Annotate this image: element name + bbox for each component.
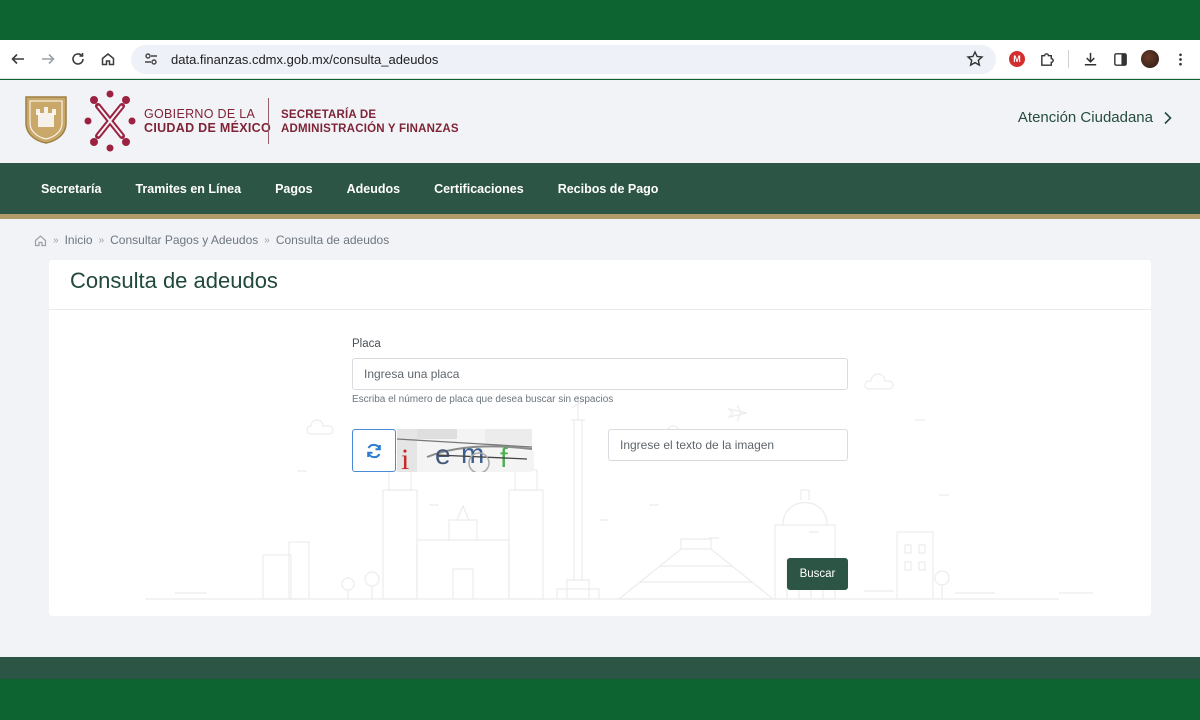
sec-line-1: SECRETARÍA DE bbox=[281, 109, 377, 121]
nav-item-pagos[interactable]: Pagos bbox=[258, 182, 330, 196]
chevron-right-icon bbox=[1164, 111, 1172, 124]
captcha-char-4: f bbox=[500, 442, 508, 472]
nav-item-secretaria[interactable]: Secretaría bbox=[24, 182, 118, 196]
placa-label: Placa bbox=[352, 338, 381, 350]
toolbar-divider bbox=[1068, 50, 1069, 68]
profile-avatar[interactable] bbox=[1135, 44, 1165, 74]
breadcrumb-separator: » bbox=[98, 234, 105, 246]
browser-toolbar: data.finanzas.cdmx.gob.mx/consulta_adeud… bbox=[0, 40, 1200, 79]
captcha-char-1: i bbox=[401, 443, 409, 472]
forward-icon[interactable] bbox=[33, 44, 63, 74]
nav-item-recibos[interactable]: Recibos de Pago bbox=[541, 182, 676, 196]
atencion-ciudadana-link[interactable]: Atención Ciudadana bbox=[1018, 109, 1173, 126]
captcha-image: i e m f bbox=[397, 429, 532, 472]
coat-of-arms-logo[interactable] bbox=[24, 95, 68, 145]
url-text[interactable]: data.finanzas.cdmx.gob.mx/consulta_adeud… bbox=[171, 52, 966, 67]
refresh-captcha-button[interactable] bbox=[352, 429, 396, 472]
sec-line-2: ADMINISTRACIÓN Y FINANZAS bbox=[281, 123, 459, 135]
reload-icon[interactable] bbox=[63, 44, 93, 74]
placa-help-text: Escriba el número de placa que desea bus… bbox=[352, 394, 614, 405]
placa-input[interactable] bbox=[352, 358, 848, 390]
sidepanel-icon[interactable] bbox=[1105, 44, 1135, 74]
captcha-input[interactable] bbox=[608, 429, 848, 461]
footer-bar bbox=[0, 657, 1200, 679]
gov-line-2: CIUDAD DE MÉXICO bbox=[144, 121, 272, 135]
nav-item-adeudos[interactable]: Adeudos bbox=[330, 182, 417, 196]
address-bar[interactable]: data.finanzas.cdmx.gob.mx/consulta_adeud… bbox=[131, 44, 996, 74]
breadcrumb-separator: » bbox=[264, 234, 270, 246]
nav-item-tramites[interactable]: Tramites en Línea bbox=[118, 182, 258, 196]
page-title: Consulta de adeudos bbox=[70, 268, 278, 293]
back-icon[interactable] bbox=[3, 44, 33, 74]
main-content: » Inicio » Consultar Pagos y Adeudos » C… bbox=[0, 219, 1200, 657]
atencion-label: Atención Ciudadana bbox=[1017, 109, 1153, 126]
consulta-card: Consulta de adeudos Placa Ingresa una pl… bbox=[49, 260, 1151, 616]
secretaria-text: SECRETARÍA DE ADMINISTRACIÓN Y FINANZAS bbox=[281, 108, 459, 136]
header-divider bbox=[268, 98, 269, 144]
cdmx-logo[interactable] bbox=[84, 90, 136, 152]
extension-m-icon[interactable]: M bbox=[1002, 44, 1032, 74]
bookmark-star-icon[interactable] bbox=[966, 50, 984, 68]
breadcrumb: » Inicio » Consultar Pagos y Adeudos » C… bbox=[34, 233, 389, 247]
gov-line-1: GOBIERNO DE LA bbox=[144, 107, 256, 121]
main-nav: Secretaría Tramites en Línea Pagos Adeud… bbox=[0, 163, 1200, 214]
home-icon[interactable] bbox=[34, 234, 47, 247]
gobierno-text: GOBIERNO DE LA CIUDAD DE MÉXICO bbox=[144, 107, 271, 135]
menu-icon[interactable] bbox=[1165, 44, 1195, 74]
site-header: GOBIERNO DE LA CIUDAD DE MÉXICO SECRETAR… bbox=[0, 80, 1200, 163]
puzzle-icon[interactable] bbox=[1032, 44, 1062, 74]
site-settings-icon[interactable] bbox=[143, 51, 159, 67]
city-skyline-illustration bbox=[145, 373, 1093, 600]
breadcrumb-consultar[interactable]: Consultar Pagos y Adeudos bbox=[110, 233, 258, 247]
download-icon[interactable] bbox=[1075, 44, 1105, 74]
refresh-icon bbox=[367, 443, 381, 458]
breadcrumb-separator: » bbox=[53, 234, 59, 246]
breadcrumb-inicio[interactable]: Inicio bbox=[65, 233, 93, 247]
buscar-button[interactable]: Buscar bbox=[787, 558, 848, 590]
nav-item-certificaciones[interactable]: Certificaciones bbox=[417, 182, 541, 196]
home-icon[interactable] bbox=[93, 44, 123, 74]
breadcrumb-current: Consulta de adeudos bbox=[275, 233, 390, 247]
